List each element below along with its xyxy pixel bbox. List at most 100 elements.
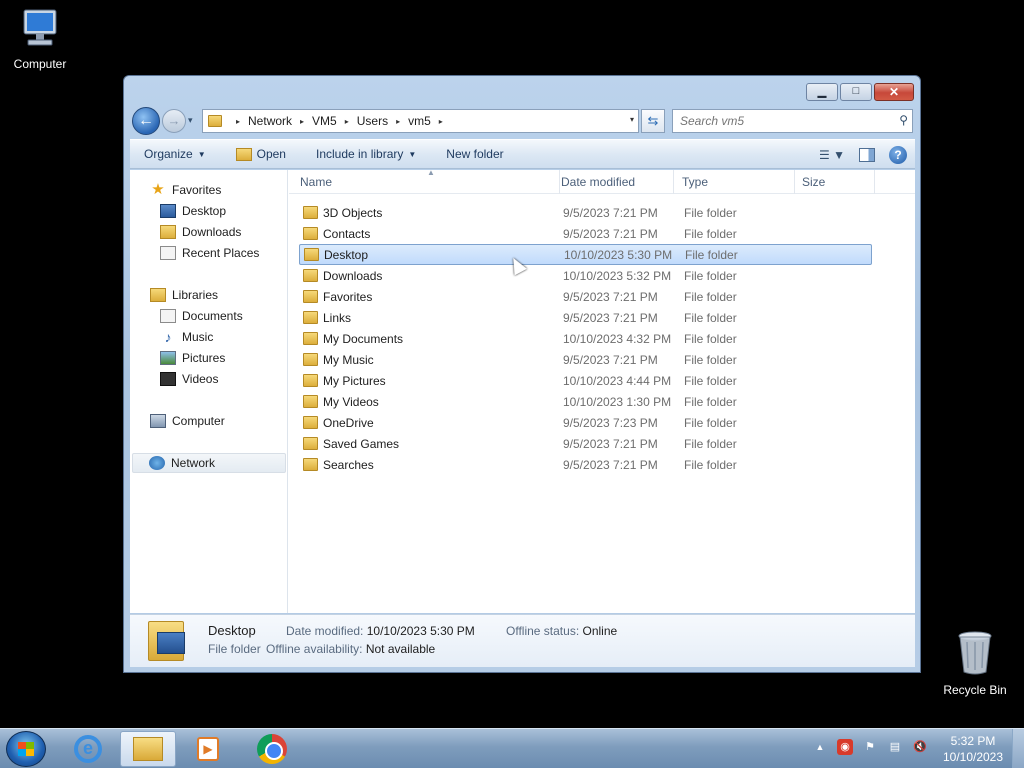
taskbar-internet-explorer[interactable]: e [60, 731, 116, 767]
address-bar[interactable]: ▸ Network ▸ VM5 ▸ Users ▸ vm5 ▸ ▾ [202, 109, 639, 133]
videos-icon [160, 372, 176, 386]
content-area: ★ Favorites Desktop Downloads Recent Pla… [130, 168, 915, 613]
volume-muted-icon[interactable]: 🔇 [912, 739, 928, 755]
show-hidden-icons-button[interactable]: ▲ [812, 739, 828, 755]
details-offline-availability: Offline availability: Not available [266, 642, 435, 656]
sidebar-item-network[interactable]: Network [132, 453, 286, 473]
new-folder-label: New folder [446, 147, 504, 161]
column-header-date-modified[interactable]: Date modified [554, 170, 674, 194]
breadcrumb-vm5[interactable]: vm5 [408, 114, 431, 128]
details-date-label: Date modified: [286, 624, 364, 638]
file-row[interactable]: My Music 9/5/2023 7:21 PM File folder [299, 349, 872, 370]
view-options-button[interactable]: ☰ ▼ [819, 148, 845, 162]
breadcrumb-separator[interactable]: ▸ [345, 117, 349, 126]
minimize-button[interactable]: ▁ [806, 83, 838, 101]
file-date: 10/10/2023 5:30 PM [564, 247, 673, 262]
file-type: File folder [684, 436, 737, 451]
organize-button[interactable]: Organize ▼ [144, 147, 206, 161]
search-icon[interactable]: ⚲ [899, 113, 908, 127]
breadcrumb-separator[interactable]: ▸ [439, 117, 443, 126]
file-row-selected[interactable]: Desktop 10/10/2023 5:30 PM File folder [299, 244, 872, 265]
clock[interactable]: 5:32 PM 10/10/2023 [940, 733, 1006, 765]
close-button[interactable]: ✕ [874, 83, 914, 101]
back-button[interactable]: ← [132, 107, 160, 135]
column-headers: ▲ Name Date modified Type Size [289, 168, 915, 194]
file-name: 3D Objects [323, 205, 383, 220]
details-type-value: File folder [208, 642, 261, 656]
breadcrumb-separator[interactable]: ▸ [236, 117, 240, 126]
file-name: My Music [323, 352, 374, 367]
sidebar-item-desktop[interactable]: Desktop [160, 201, 226, 221]
maximize-button[interactable]: □ [840, 83, 872, 101]
desktop-recycle-bin-icon[interactable]: Recycle Bin [935, 630, 1015, 697]
breadcrumb-vm5-host[interactable]: VM5 [312, 114, 337, 128]
downloads-folder-icon [160, 225, 176, 239]
sidebar-item-documents[interactable]: Documents [160, 306, 243, 326]
file-row[interactable]: OneDrive 9/5/2023 7:23 PM File folder [299, 412, 872, 433]
file-name: Downloads [323, 268, 383, 283]
file-type: File folder [684, 205, 737, 220]
forward-button[interactable]: → [162, 109, 186, 133]
breadcrumb-separator[interactable]: ▸ [300, 117, 304, 126]
network-status-icon[interactable]: ▤ [887, 739, 903, 755]
sidebar-item-computer[interactable]: Computer [150, 411, 225, 431]
file-row[interactable]: My Videos 10/10/2023 1:30 PM File folder [299, 391, 872, 412]
start-button[interactable] [6, 731, 46, 767]
sidebar-item-recent-places[interactable]: Recent Places [160, 243, 259, 263]
recent-pages-dropdown[interactable]: ▾ [188, 115, 193, 126]
sidebar-item-music[interactable]: ♪ Music [160, 327, 214, 347]
sidebar-item-libraries[interactable]: Libraries [150, 285, 218, 305]
search-input[interactable] [680, 111, 880, 131]
folder-icon [303, 206, 318, 219]
sidebar-item-pictures[interactable]: Pictures [160, 348, 225, 368]
file-row[interactable]: 3D Objects 9/5/2023 7:21 PM File folder [299, 202, 872, 223]
sidebar-label: Pictures [182, 351, 226, 365]
taskbar-media-player[interactable]: ▶ [180, 731, 236, 767]
include-in-library-button[interactable]: Include in library ▼ [316, 147, 416, 161]
file-row[interactable]: Links 9/5/2023 7:21 PM File folder [299, 307, 872, 328]
taskbar-chrome[interactable] [244, 731, 300, 767]
column-header-type[interactable]: Type [675, 170, 795, 194]
refresh-button[interactable]: ⇆ [641, 109, 665, 133]
file-row[interactable]: Downloads 10/10/2023 5:32 PM File folder [299, 265, 872, 286]
details-date-modified: Date modified: 10/10/2023 5:30 PM [286, 624, 475, 638]
taskbar: e ▶ ▲ ◉ ⚑ ▤ 🔇 5:32 PM 10/10/2023 [0, 728, 1024, 768]
desktop-computer-icon[interactable]: Computer [0, 8, 80, 71]
details-name: Desktop [208, 623, 256, 638]
file-row[interactable]: Contacts 9/5/2023 7:21 PM File folder [299, 223, 872, 244]
sidebar-item-favorites[interactable]: ★ Favorites [150, 180, 221, 200]
file-row[interactable]: Searches 9/5/2023 7:21 PM File folder [299, 454, 872, 475]
file-type: File folder [684, 310, 737, 325]
new-folder-button[interactable]: New folder [446, 147, 503, 161]
clock-date: 10/10/2023 [942, 750, 1004, 764]
action-center-flag-icon[interactable]: ⚑ [862, 739, 878, 755]
breadcrumb-users[interactable]: Users [357, 114, 388, 128]
sidebar-item-downloads[interactable]: Downloads [160, 222, 241, 242]
file-row[interactable]: Favorites 9/5/2023 7:21 PM File folder [299, 286, 872, 307]
monitor-icon [23, 9, 57, 46]
help-icon[interactable]: ? [889, 146, 907, 164]
maximize-icon: □ [852, 85, 860, 97]
file-date: 10/10/2023 1:30 PM [563, 394, 672, 409]
breadcrumb-separator[interactable]: ▸ [396, 117, 400, 126]
file-row[interactable]: My Documents 10/10/2023 4:32 PM File fol… [299, 328, 872, 349]
preview-pane-icon[interactable] [859, 148, 875, 162]
file-date: 9/5/2023 7:21 PM [563, 205, 658, 220]
file-date: 9/5/2023 7:21 PM [563, 226, 658, 241]
column-header-name[interactable]: Name [293, 170, 560, 194]
sidebar-item-videos[interactable]: Videos [160, 369, 218, 389]
record-icon[interactable]: ◉ [837, 739, 853, 755]
details-type: File folder [208, 642, 261, 656]
view-controls: ☰ ▼ ? [819, 146, 907, 164]
open-button[interactable]: Open [235, 147, 286, 161]
file-name: Searches [323, 457, 374, 472]
file-row[interactable]: My Pictures 10/10/2023 4:44 PM File fold… [299, 370, 872, 391]
column-header-size[interactable]: Size [795, 170, 875, 194]
show-desktop-button[interactable] [1012, 729, 1024, 768]
chevron-down-icon[interactable]: ▾ [630, 115, 634, 124]
file-row[interactable]: Saved Games 9/5/2023 7:21 PM File folder [299, 433, 872, 454]
taskbar-windows-explorer[interactable] [120, 731, 176, 767]
search-box[interactable]: ⚲ [672, 109, 913, 133]
chevron-down-icon: ▼ [197, 149, 206, 159]
breadcrumb-network[interactable]: Network [248, 114, 292, 128]
